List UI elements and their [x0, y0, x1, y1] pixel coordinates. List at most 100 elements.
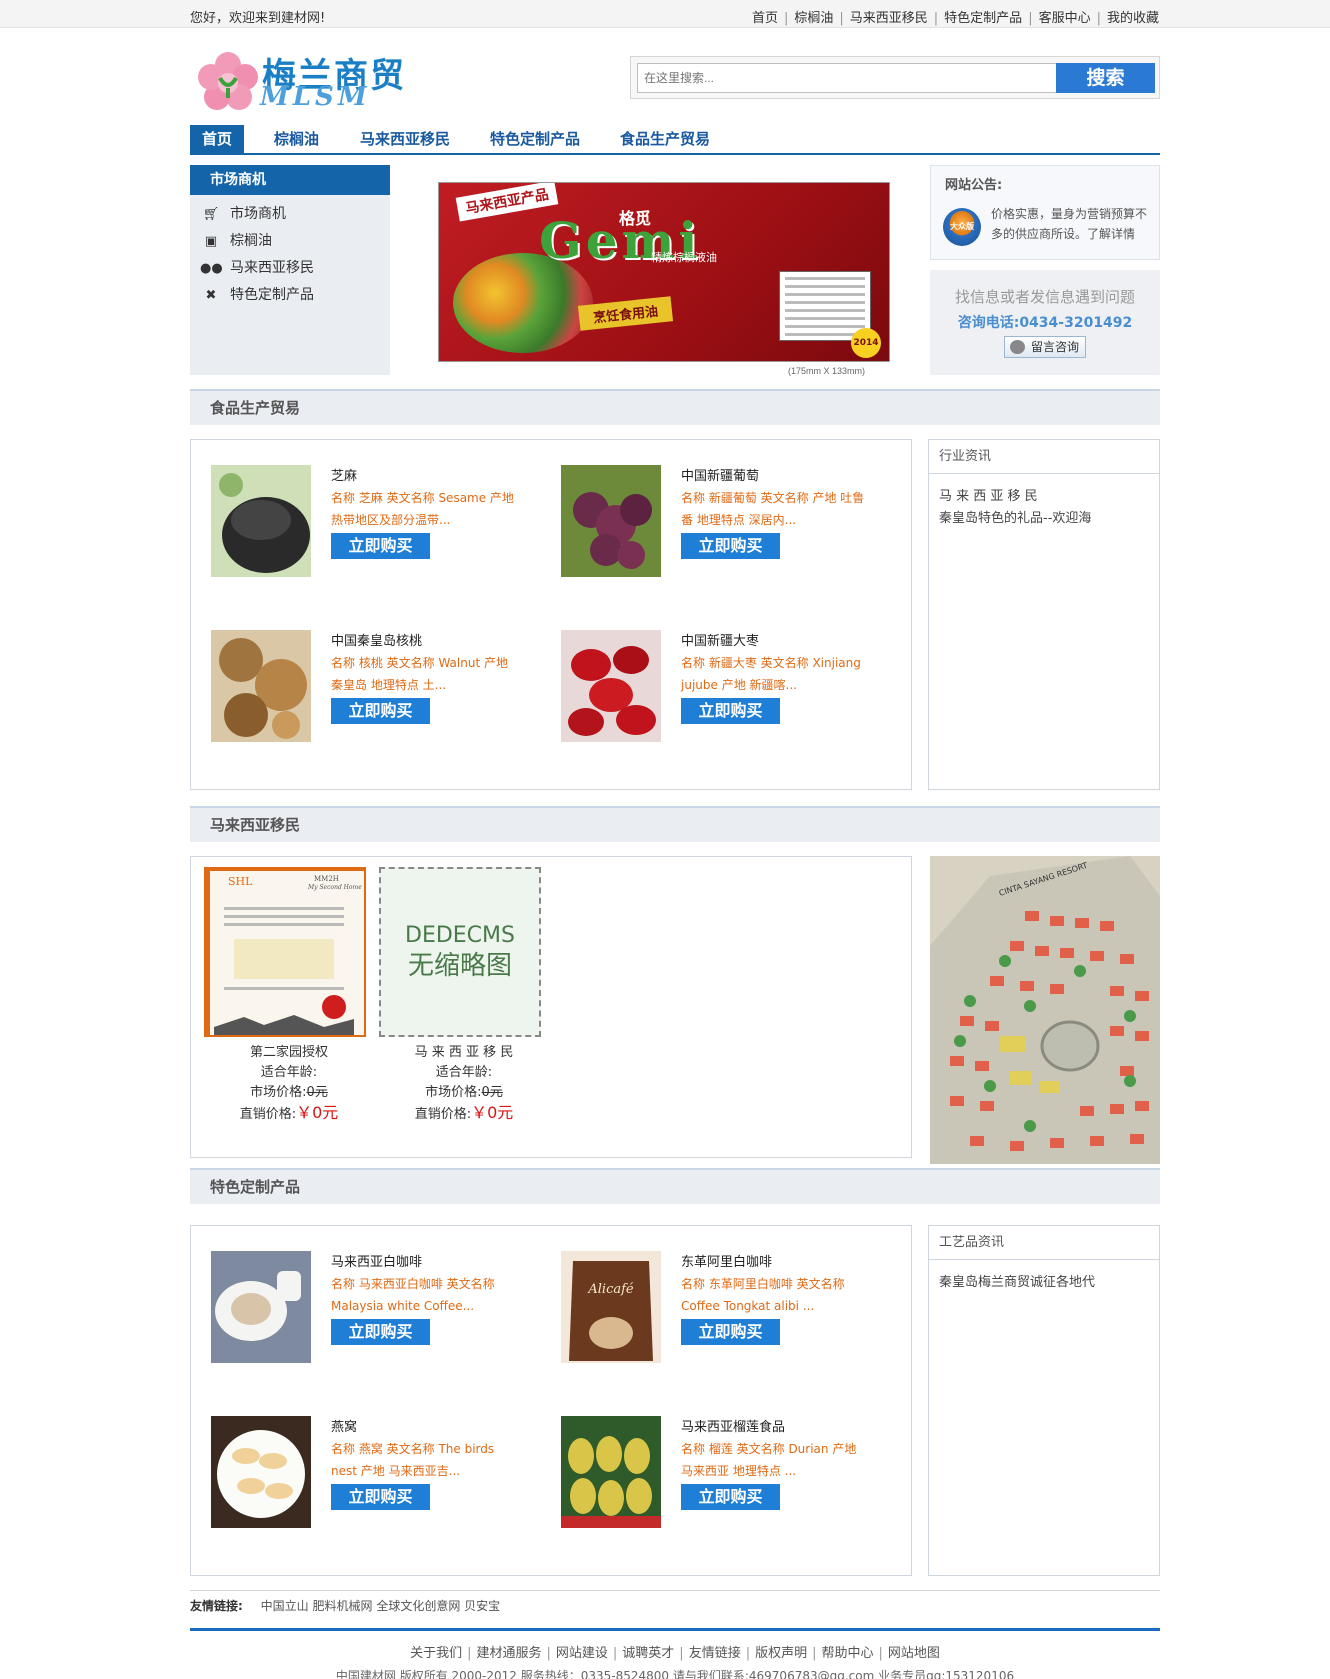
footer: 关于我们 | 建材通服务 | 网站建设 | 诚聘英才 | 友情链接 | 版权声明 | 帮助中心 | 网站地图…	[190, 1628, 1160, 1679]
footer-link-copyright[interactable]: 版权声明	[755, 1646, 807, 1661]
no-thumbnail-image[interactable]: DEDECMS 无缩略图	[379, 867, 541, 1037]
user-icon	[1010, 340, 1025, 354]
site-notice: 网站公告: 大众版 价格实惠，量身为营销预算不多的供应商所设。了解详情	[930, 165, 1160, 260]
product-image-jujube[interactable]	[561, 630, 661, 742]
product-card: Alicafé 东革阿里白咖啡 名称 东革阿里白咖啡 英文名称 Coffee T…	[561, 1251, 881, 1363]
friend-link[interactable]: 全球文化创意网	[376, 1599, 460, 1613]
notice-text[interactable]: 价格实惠，量身为营销预算不多的供应商所设。了解详情	[991, 204, 1151, 244]
category-item-migration[interactable]: ●● 马来西亚移民	[200, 257, 314, 279]
direct-price-label: 直销价格:	[414, 1107, 472, 1122]
product-desc[interactable]: 名称 新疆葡萄 英文名称 产地 吐鲁番 地理特点 深居内...	[681, 487, 871, 531]
cert-logo: SHL	[228, 875, 253, 888]
product-name[interactable]: 中国新疆大枣	[681, 630, 759, 649]
friend-links: 友情链接: 中国立山 肥料机械网 全球文化创意网 贝安宝	[190, 1590, 1160, 1622]
top-link-favorites[interactable]: 我的收藏	[1107, 11, 1159, 26]
friend-link[interactable]: 贝安宝	[464, 1599, 500, 1613]
consult-phone: 咨询电话:0434-3201492	[957, 315, 1133, 331]
news-item[interactable]: 秦皇岛梅兰商贸诚征各地代	[929, 1272, 1159, 1294]
footer-link-friends[interactable]: 友情链接	[689, 1646, 741, 1661]
migration-item-name[interactable]: 第二家园授权	[204, 1043, 374, 1063]
product-desc[interactable]: 名称 核桃 英文名称 Walnut 产地 秦皇岛 地理特点 土...	[331, 652, 521, 696]
age-label: 适合年龄:	[260, 1065, 318, 1080]
product-card: 燕窝 名称 燕窝 英文名称 The birds nest 产地 马来西亚吉...…	[211, 1416, 531, 1528]
product-image-white-coffee[interactable]	[211, 1251, 311, 1363]
footer-link-service[interactable]: 建材通服务	[476, 1646, 541, 1661]
category-item-palm-oil[interactable]: ▣ 棕榈油	[200, 230, 272, 252]
nav-palm-oil[interactable]: 棕榈油	[274, 125, 319, 153]
buy-now-button[interactable]: 立即购买	[681, 1484, 780, 1510]
product-desc[interactable]: 名称 榴莲 英文名称 Durian 产地 马来西亚 地理特点 ...	[681, 1438, 871, 1482]
nav-food-trade[interactable]: 食品生产贸易	[620, 125, 710, 153]
product-name[interactable]: 中国新疆葡萄	[681, 465, 759, 484]
product-name[interactable]: 马来西亚榴莲食品	[681, 1416, 785, 1435]
search-button[interactable]: 搜索	[1056, 63, 1155, 93]
section-title-migration: 马来西亚移民	[190, 806, 1160, 842]
top-link-service[interactable]: 客服中心	[1039, 11, 1091, 26]
product-desc[interactable]: 名称 东革阿里白咖啡 英文名称 Coffee Tongkat alibi ...	[681, 1273, 871, 1317]
product-name[interactable]: 芝麻	[331, 465, 357, 484]
product-name[interactable]: 中国秦皇岛核桃	[331, 630, 422, 649]
migration-item-name[interactable]: 马 来 西 亚 移 民	[379, 1043, 549, 1063]
message-consult-button[interactable]: 留言咨询	[1004, 336, 1086, 358]
product-image-birds-nest[interactable]	[211, 1416, 311, 1528]
news-item[interactable]: 马 来 西 亚 移 民	[929, 486, 1159, 508]
banner-sub: 精炼棕榈液油	[651, 251, 717, 264]
migration-box: SHL MM2H My Second Home 第二家园授权 适合年龄: 市场价格:…	[190, 856, 912, 1158]
nav-custom[interactable]: 特色定制产品	[490, 125, 580, 153]
footer-link-build[interactable]: 网站建设	[556, 1646, 608, 1661]
nav-migration[interactable]: 马来西亚移民	[360, 125, 450, 153]
buy-now-button[interactable]: 立即购买	[331, 533, 430, 559]
product-image-grape[interactable]	[561, 465, 661, 577]
promo-banner[interactable]: 马来西亚产品 格觅 Gemi 精炼棕榈液油 烹饪食用油 2014	[438, 182, 890, 362]
consult-line1: 找信息或者发信息遇到问题	[954, 288, 1135, 306]
market-price-label: 市场价格:	[425, 1085, 482, 1100]
category-item-custom[interactable]: ✖ 特色定制产品	[200, 284, 314, 306]
market-price: 0元	[481, 1085, 503, 1100]
product-desc[interactable]: 名称 燕窝 英文名称 The birds nest 产地 马来西亚吉...	[331, 1438, 521, 1482]
top-link-custom[interactable]: 特色定制产品	[944, 11, 1022, 26]
no-thumbnail-text-2: 无缩略图	[407, 951, 512, 981]
category-item-market[interactable]: 🛒︎ 市场商机	[200, 203, 286, 225]
product-image-durian[interactable]	[561, 1416, 661, 1528]
product-name[interactable]: 燕窝	[331, 1416, 357, 1435]
tools-icon: ✖	[205, 288, 217, 303]
footer-link-help[interactable]: 帮助中心	[822, 1646, 874, 1661]
buy-now-button[interactable]: 立即购买	[681, 698, 780, 724]
friend-links-label: 友情链接:	[190, 1599, 243, 1613]
friend-link[interactable]: 肥料机械网	[312, 1599, 372, 1613]
certificate-image[interactable]: SHL MM2H My Second Home	[204, 867, 366, 1037]
search-input[interactable]	[637, 63, 1059, 93]
buy-now-button[interactable]: 立即购买	[331, 1319, 430, 1345]
footer-link-about[interactable]: 关于我们	[410, 1646, 462, 1661]
product-image-tongkat-coffee[interactable]: Alicafé	[561, 1251, 661, 1363]
nav-home[interactable]: 首页	[190, 125, 245, 153]
notice-badge-icon: 大众版	[943, 208, 981, 246]
category-item-label: 马来西亚移民	[230, 260, 314, 276]
buy-now-button[interactable]: 立即购买	[331, 698, 430, 724]
product-name[interactable]: 马来西亚白咖啡	[331, 1251, 422, 1270]
footer-link-jobs[interactable]: 诚聘英才	[622, 1646, 674, 1661]
product-desc[interactable]: 名称 芝麻 英文名称 Sesame 产地 热带地区及部分温带...	[331, 487, 521, 531]
product-name[interactable]: 东革阿里白咖啡	[681, 1251, 772, 1270]
product-image-walnut[interactable]	[211, 630, 311, 742]
buy-now-button[interactable]: 立即购买	[681, 533, 780, 559]
product-desc[interactable]: 名称 马来西亚白咖啡 英文名称 Malaysia white Coffee...	[331, 1273, 521, 1317]
site-logo[interactable]: 梅兰商贸 MLSM	[198, 48, 408, 112]
news-item[interactable]: 秦皇岛特色的礼品--欢迎海	[929, 508, 1159, 530]
product-image-sesame[interactable]	[211, 465, 311, 577]
banner-caption: (175mm X 133mm)	[788, 366, 866, 376]
top-link-migration[interactable]: 马来西亚移民	[850, 11, 928, 26]
product-desc[interactable]: 名称 新疆大枣 英文名称 Xinjiang jujube 产地 新疆喀...	[681, 652, 871, 696]
footer-link-sitemap[interactable]: 网站地图	[888, 1646, 940, 1661]
direct-price: ￥0元	[471, 1103, 514, 1122]
direct-price-label: 直销价格:	[239, 1107, 297, 1122]
top-link-palm-oil[interactable]: 棕榈油	[794, 11, 833, 26]
friend-link[interactable]: 中国立山	[261, 1599, 309, 1613]
buy-now-button[interactable]: 立即购买	[331, 1484, 430, 1510]
resort-map-image[interactable]: CINTA SAYANG RESORT	[930, 856, 1160, 1164]
cert-brand: MM2H	[314, 875, 339, 883]
users-icon: ●●	[200, 261, 223, 276]
age-label: 适合年龄:	[435, 1065, 493, 1080]
buy-now-button[interactable]: 立即购买	[681, 1319, 780, 1345]
top-link-home[interactable]: 首页	[752, 11, 778, 26]
